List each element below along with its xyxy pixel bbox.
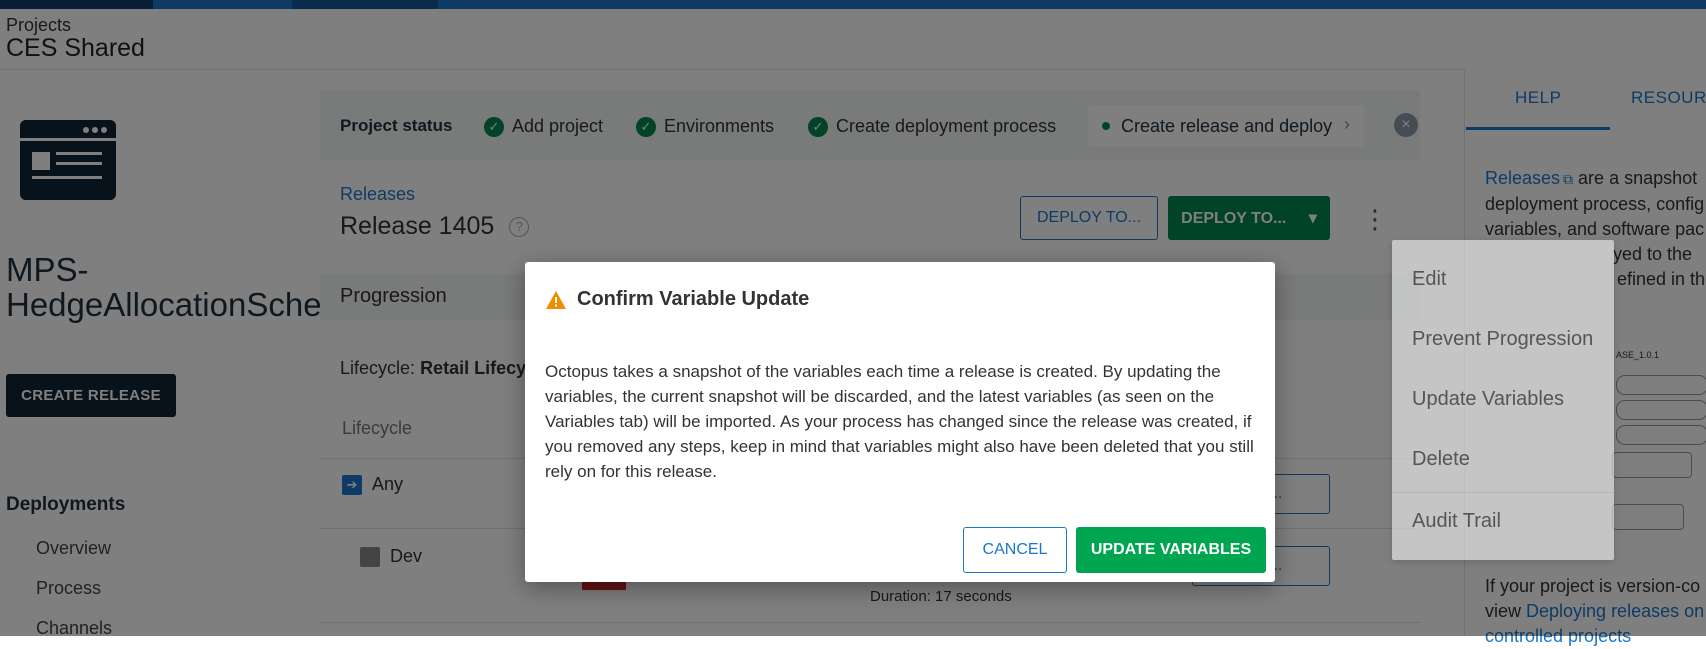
dialog-body: Octopus takes a snapshot of the variable… bbox=[545, 362, 1254, 481]
menu-item-delete[interactable]: Delete bbox=[1412, 448, 1470, 471]
confirm-variable-update-dialog: Confirm Variable Update Octopus takes a … bbox=[525, 262, 1275, 582]
menu-item-edit[interactable]: Edit bbox=[1412, 268, 1446, 291]
release-actions-menu: Edit Prevent Progression Update Variable… bbox=[1392, 240, 1614, 560]
warning-icon bbox=[546, 291, 566, 309]
menu-item-prevent-progression[interactable]: Prevent Progression bbox=[1412, 328, 1593, 351]
menu-item-audit-trail[interactable]: Audit Trail bbox=[1412, 510, 1501, 533]
dialog-title: Confirm Variable Update bbox=[577, 288, 810, 310]
cancel-button[interactable]: CANCEL bbox=[963, 527, 1067, 573]
update-variables-button[interactable]: UPDATE VARIABLES bbox=[1076, 527, 1266, 573]
menu-divider bbox=[1392, 492, 1614, 493]
menu-item-update-variables[interactable]: Update Variables bbox=[1412, 388, 1564, 411]
